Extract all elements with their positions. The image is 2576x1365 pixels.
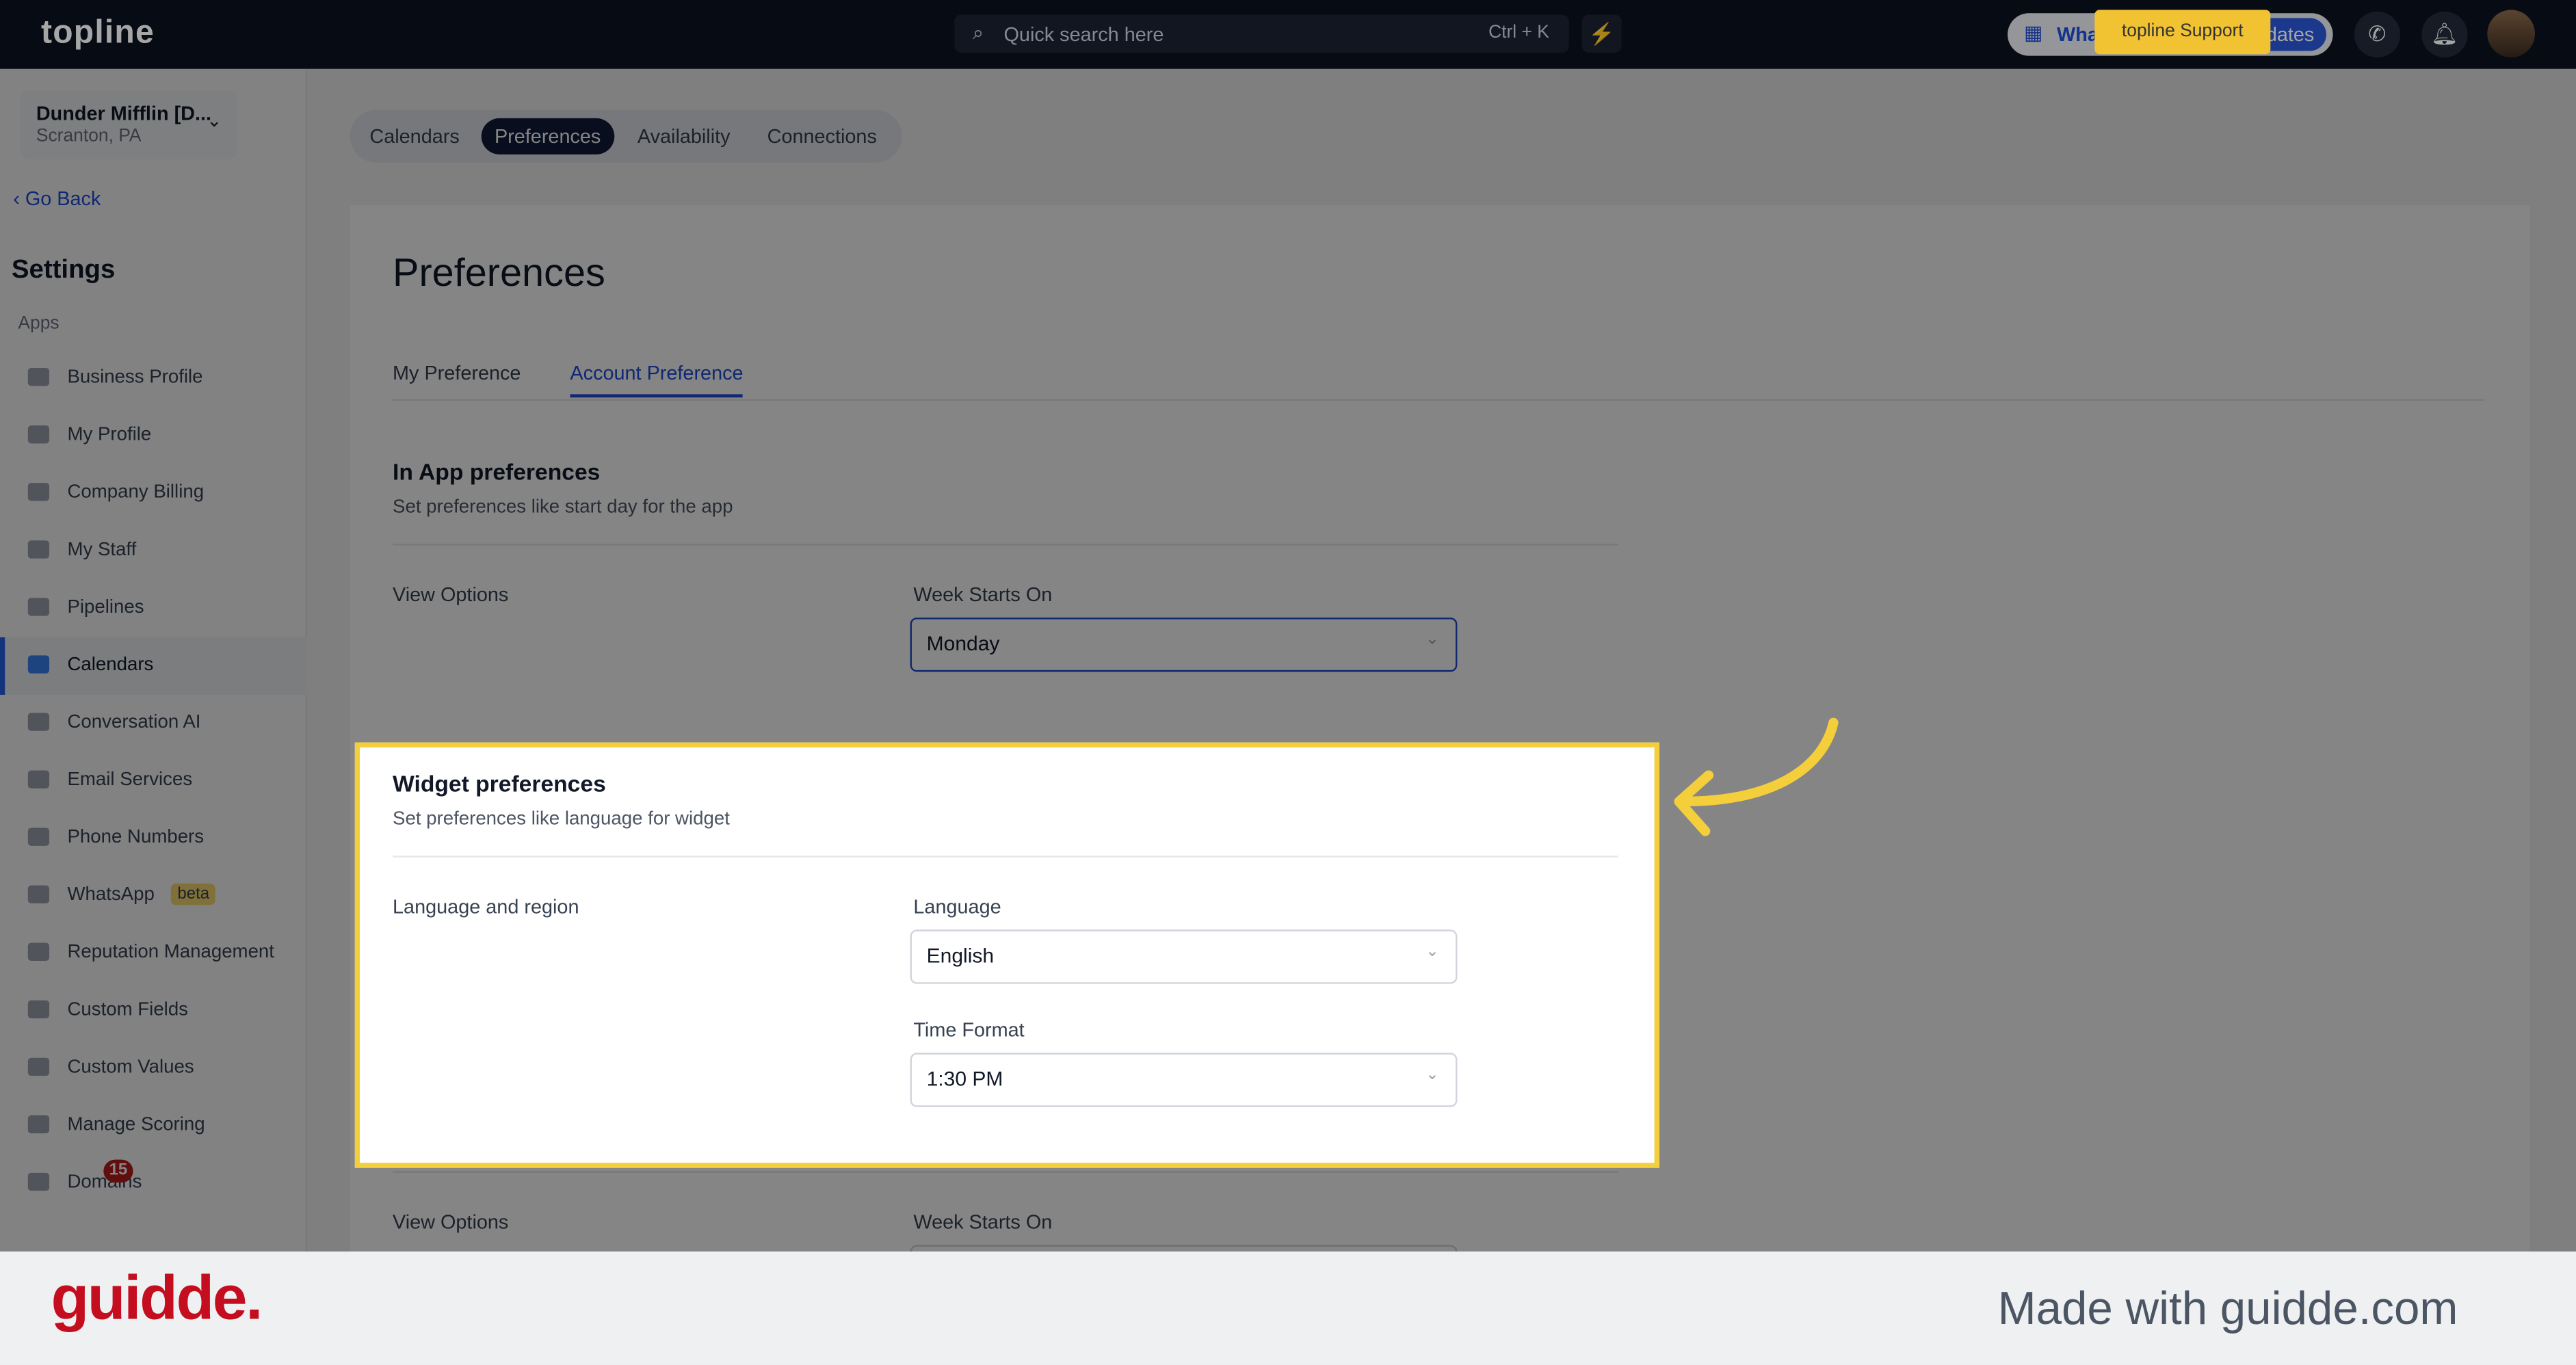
section-subtitle: Set preferences like language for widget — [393, 810, 730, 830]
chevron-down-icon: ⌄ — [1425, 942, 1439, 962]
language-select[interactable]: English ⌄ — [910, 929, 1458, 984]
made-with-text: Made with guidde.com — [1997, 1282, 2458, 1334]
arrow-annotation-icon — [1674, 717, 1839, 836]
time-format-select[interactable]: 1:30 PM ⌄ — [910, 1052, 1458, 1107]
divider — [393, 856, 1618, 858]
screen: topline ⌕ Quick search here Ctrl + K ⚡ ▦… — [0, 0, 2576, 1365]
select-value: English — [926, 944, 995, 968]
field-label: Time Format — [913, 1018, 1025, 1042]
section-title: Widget preferences — [393, 770, 606, 797]
widget-preferences-section: Widget preferences Set preferences like … — [354, 742, 1659, 1168]
field-label: Language — [913, 894, 1001, 918]
support-button[interactable]: topline Support — [2094, 10, 2271, 55]
guidde-logo: guidde. — [51, 1264, 263, 1334]
row-label: Language and region — [393, 894, 579, 918]
chevron-down-icon: ⌄ — [1425, 1065, 1439, 1085]
select-value: 1:30 PM — [926, 1068, 1003, 1091]
